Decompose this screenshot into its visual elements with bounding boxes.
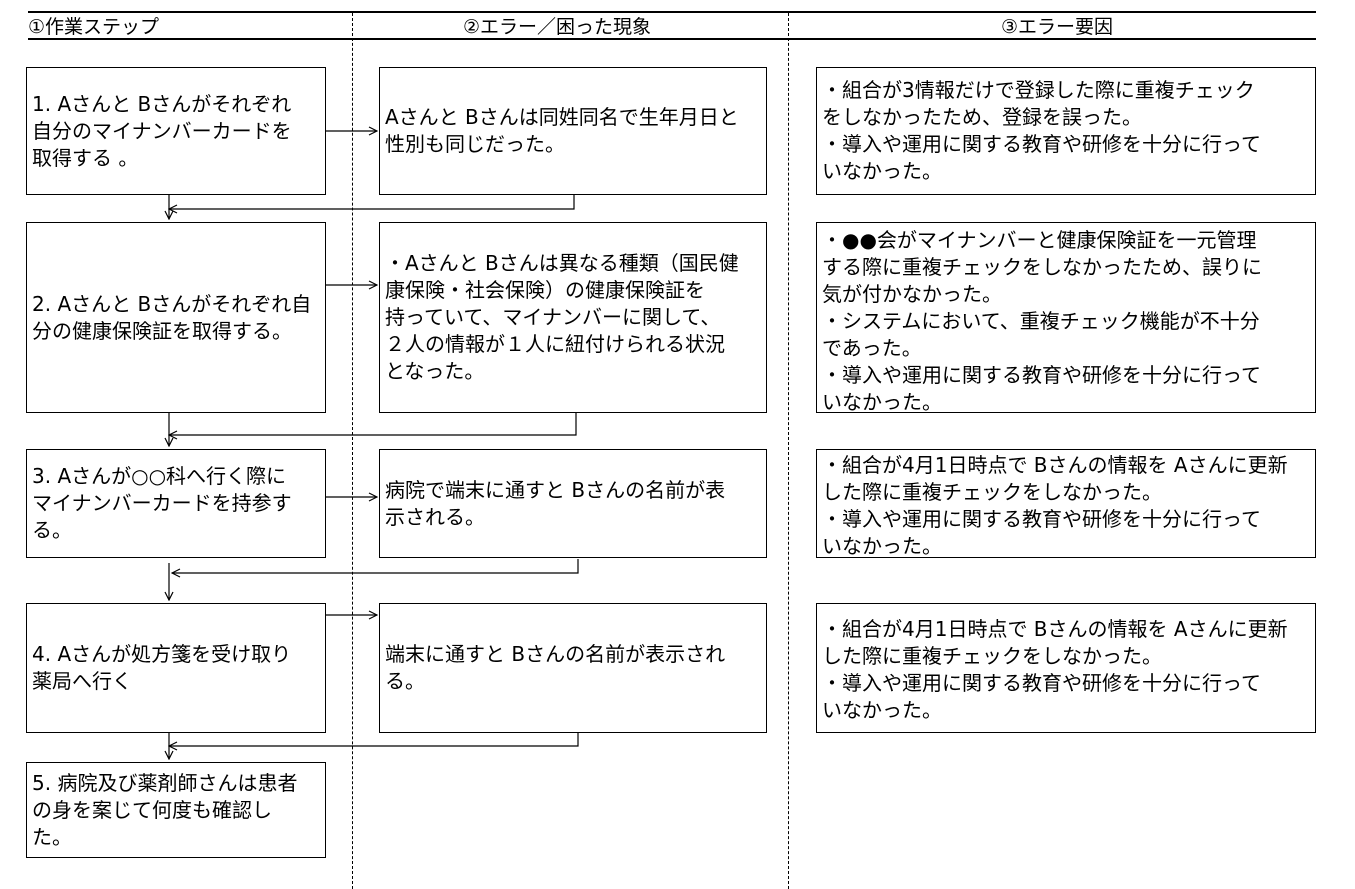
- step-text-5: 5. 病院及び薬剤師さんは患者 の身を案じて何度も確認し た。: [32, 770, 298, 849]
- cause-box-4: ・組合が4月1日時点で Bさんの情報を Aさんに更新 した際に重複チェックをしな…: [816, 603, 1316, 733]
- error-box-1: Aさんと Bさんは同姓同名で生年月日と 性別も同じだった。: [379, 67, 767, 195]
- step-box-1: 1. Aさんと Bさんがそれぞれ 自分のマイナンバーカードを 取得する 。: [26, 67, 326, 195]
- error-text-1: Aさんと Bさんは同姓同名で生年月日と 性別も同じだった。: [385, 105, 739, 156]
- step-box-4: 4. Aさんが処方箋を受け取り 薬局へ行く: [26, 603, 326, 733]
- cause-text-2: ・●●会がマイナンバーと健康保険証を一元管理 する際に重複チェックをしなかったた…: [822, 228, 1262, 414]
- return-line-3: [172, 559, 579, 573]
- cause-box-3: ・組合が4月1日時点で Bさんの情報を Aさんに更新 した際に重複チェックをしな…: [816, 449, 1316, 558]
- cause-text-4: ・組合が4月1日時点で Bさんの情報を Aさんに更新 した際に重複チェックをしな…: [822, 617, 1288, 722]
- step-text-1: 1. Aさんと Bさんがそれぞれ 自分のマイナンバーカードを 取得する 。: [32, 91, 292, 170]
- step-box-5: 5. 病院及び薬剤師さんは患者 の身を案じて何度も確認し た。: [26, 762, 326, 858]
- error-box-3: 病院で端末に通すと Bさんの名前が表 示される。: [379, 449, 767, 558]
- error-box-2: ・Aさんと Bさんは異なる種類（国民健 康保険・社会保険）の健康保険証を 持って…: [379, 222, 767, 413]
- cause-text-3: ・組合が4月1日時点で Bさんの情報を Aさんに更新 した際に重複チェックをしな…: [822, 453, 1288, 558]
- step-text-2: 2. Aさんと Bさんがそれぞれ自 分の健康保険証を取得する。: [32, 291, 312, 343]
- error-box-4: 端末に通すと Bさんの名前が表示され る。: [379, 603, 767, 733]
- cause-box-1: ・組合が3情報だけで登録した際に重複チェック をしなかったため、登録を誤った。 …: [816, 67, 1316, 195]
- error-text-2: ・Aさんと Bさんは異なる種類（国民健 康保険・社会保険）の健康保険証を 持って…: [385, 251, 739, 383]
- cause-box-2: ・●●会がマイナンバーと健康保険証を一元管理 する際に重複チェックをしなかったた…: [816, 222, 1316, 414]
- error-text-4: 端末に通すと Bさんの名前が表示され る。: [385, 642, 726, 693]
- step-box-2: 2. Aさんと Bさんがそれぞれ自 分の健康保険証を取得する。: [26, 222, 326, 413]
- step-box-3: 3. Aさんが○○科へ行く際に マイナンバーカードを持参す る。: [26, 449, 326, 558]
- return-line-2: [169, 413, 577, 435]
- error-text-3: 病院で端末に通すと Bさんの名前が表 示される。: [385, 477, 726, 529]
- step-text-3: 3. Aさんが○○科へ行く際に マイナンバーカードを持参す る。: [32, 464, 292, 542]
- cause-text-1: ・組合が3情報だけで登録した際に重複チェック をしなかったため、登録を誤った。 …: [822, 78, 1261, 183]
- return-line-4: [169, 732, 579, 746]
- step-text-4: 4. Aさんが処方箋を受け取り 薬局へ行く: [32, 642, 292, 693]
